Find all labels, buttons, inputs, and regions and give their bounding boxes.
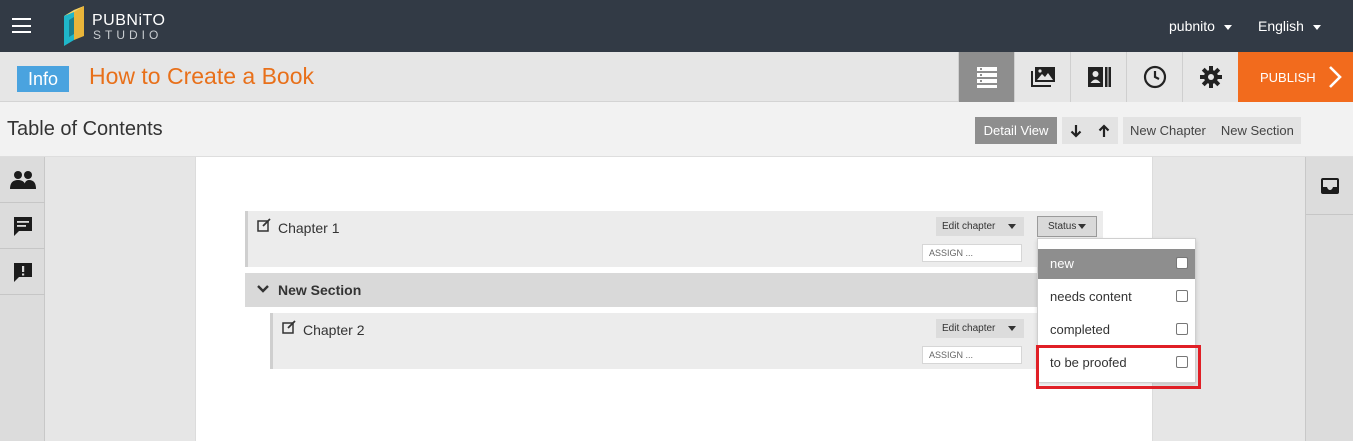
page-title: Table of Contents [7, 118, 163, 140]
media-button[interactable] [1014, 52, 1070, 102]
hamburger-menu-icon[interactable] [12, 18, 31, 33]
contributors-button[interactable] [1070, 52, 1126, 102]
section-row: New Section [245, 273, 1105, 307]
caret-down-icon [1223, 24, 1232, 30]
comments-button[interactable] [0, 203, 45, 249]
status-checkbox[interactable] [1176, 257, 1188, 269]
assign-input[interactable]: ASSIGN ... [922, 244, 1022, 262]
settings-button[interactable] [1182, 52, 1238, 102]
assign-input[interactable]: ASSIGN ... [922, 346, 1022, 364]
user-menu[interactable]: pubnito [1169, 18, 1232, 34]
status-option-to-be-proofed[interactable]: to be proofed [1038, 348, 1195, 378]
contacts-icon [1087, 67, 1111, 87]
edit-icon[interactable] [282, 320, 296, 334]
feedback-button[interactable] [0, 249, 45, 295]
caret-down-icon [1008, 326, 1017, 331]
status-checkbox[interactable] [1176, 323, 1188, 335]
user-name: pubnito [1169, 18, 1215, 34]
title-bar: Info How to Create a Book PUBLISH [0, 52, 1353, 102]
status-option-label: completed [1050, 322, 1110, 337]
chapter-row: Chapter 1 Edit chapter ASSIGN ... Status [245, 211, 1103, 267]
new-chapter-button[interactable]: New Chapter [1130, 123, 1206, 138]
status-option-label: needs content [1050, 289, 1132, 304]
publish-label: PUBLISH [1260, 69, 1316, 85]
caret-down-icon [1312, 24, 1321, 30]
pubnito-logo-icon [64, 6, 84, 46]
toc-list-button[interactable] [958, 52, 1014, 102]
status-option-needs-content[interactable]: needs content [1038, 282, 1195, 312]
language-name: English [1258, 18, 1304, 34]
edit-chapter-label: Edit chapter [942, 323, 996, 334]
edit-chapter-button[interactable]: Edit chapter [936, 217, 1024, 236]
comment-icon [13, 216, 32, 236]
status-label: Status [1048, 221, 1077, 232]
toc-toolbar: Table of Contents Detail View New Chapte… [0, 103, 1353, 157]
inbox-icon [1320, 177, 1339, 194]
list-icon [976, 67, 997, 88]
status-checkbox[interactable] [1176, 290, 1188, 302]
chevron-right-icon [1328, 66, 1342, 88]
arrow-up-icon [1098, 123, 1110, 137]
logo-subtitle: STUDIO [93, 28, 163, 42]
status-dropdown-menu: new needs content completed to be proofe… [1037, 238, 1196, 383]
gear-icon [1199, 66, 1222, 88]
new-item-controls: New Chapter New Section [1123, 117, 1301, 144]
section-title: New Section [278, 282, 362, 298]
move-up-button[interactable] [1094, 121, 1114, 141]
inbox-button[interactable] [1306, 157, 1353, 215]
chapter-title: Chapter 1 [278, 220, 340, 236]
app-logo[interactable]: PUBNiTO STUDIO [58, 6, 238, 48]
move-down-button[interactable] [1066, 121, 1086, 141]
status-checkbox[interactable] [1176, 356, 1188, 368]
status-option-label: new [1050, 256, 1074, 271]
caret-down-icon [1008, 224, 1017, 229]
edit-chapter-label: Edit chapter [942, 221, 996, 232]
edit-icon[interactable] [257, 218, 271, 232]
info-button[interactable]: Info [17, 66, 69, 92]
chapter-row: Chapter 2 Edit chapter ASSIGN ... [270, 313, 1103, 369]
edit-chapter-button[interactable]: Edit chapter [936, 319, 1024, 338]
status-option-label: to be proofed [1050, 355, 1127, 370]
people-icon [9, 170, 36, 189]
status-dropdown-button[interactable]: Status [1037, 216, 1097, 237]
images-icon [1030, 67, 1055, 87]
top-navbar: PUBNiTO STUDIO pubnito English [0, 0, 1353, 52]
publish-button[interactable]: PUBLISH [1238, 52, 1353, 102]
new-section-button[interactable]: New Section [1221, 123, 1294, 138]
move-controls [1062, 117, 1118, 144]
chapter-title: Chapter 2 [303, 322, 365, 338]
detail-view-button[interactable]: Detail View [975, 117, 1057, 144]
arrow-down-icon [1070, 124, 1082, 138]
history-button[interactable] [1126, 52, 1182, 102]
right-sidebar [1305, 157, 1353, 441]
alert-comment-icon [13, 262, 32, 282]
history-icon [1143, 65, 1166, 89]
chevron-down-icon[interactable] [257, 285, 269, 293]
left-sidebar [0, 157, 45, 441]
caret-down-icon [1078, 224, 1087, 229]
language-menu[interactable]: English [1258, 18, 1321, 34]
collaborators-button[interactable] [0, 157, 45, 203]
book-title: How to Create a Book [89, 63, 315, 89]
status-option-completed[interactable]: completed [1038, 315, 1195, 345]
status-option-new[interactable]: new [1038, 249, 1195, 279]
